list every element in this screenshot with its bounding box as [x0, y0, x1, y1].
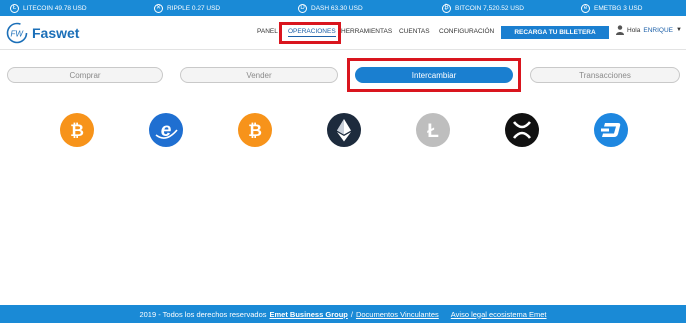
svg-text:₿: ₿: [248, 121, 262, 140]
footer-copyright: 2019 - Todos los derechos reservados: [139, 309, 267, 319]
user-name: ENRIQUE: [643, 26, 673, 34]
ticker-item-dash: D DASH 63.30 USD: [298, 0, 363, 16]
nav-panel[interactable]: PANEL: [257, 28, 278, 35]
nav-herramientas[interactable]: HERRAMIENTAS: [341, 28, 392, 35]
bitcoin-cash-icon[interactable]: ₿: [238, 113, 272, 147]
emet-icon[interactable]: e: [149, 113, 183, 147]
bitcoin-icon[interactable]: ₿: [60, 113, 94, 147]
footer-link-documents[interactable]: Documentos Vinculantes: [356, 310, 439, 319]
dash-icon: D: [298, 3, 307, 13]
ticker-item-ripple: ✕ RIPPLE 0.27 USD: [154, 0, 220, 16]
ticker-item-bitcoin: ₿ BITCOIN 7,520.52 USD: [442, 0, 524, 16]
tab-vender[interactable]: Vender: [180, 67, 338, 83]
ticker-label: EMETBG 3 USD: [594, 4, 643, 12]
brand-name: Faswet: [32, 25, 80, 41]
user-greeting: Hola: [627, 26, 641, 34]
top-header: FW Faswet PANEL OPERACIONES HERRAMIENTAS…: [0, 16, 686, 50]
nav-cuentas[interactable]: CUENTAS: [399, 28, 430, 35]
faswet-logo-icon: FW: [6, 22, 28, 44]
highlight-box-intercambiar: [347, 58, 521, 92]
svg-text:FW: FW: [11, 30, 25, 39]
user-icon: [616, 25, 624, 35]
svg-text:Ł: Ł: [427, 121, 439, 142]
chevron-down-icon: ▼: [676, 27, 682, 33]
page-footer: 2019 - Todos los derechos reservados Eme…: [0, 305, 686, 323]
footer-link-company[interactable]: Emet Business Group: [270, 310, 348, 319]
svg-text:₿: ₿: [70, 121, 84, 140]
emet-icon: e: [581, 3, 590, 13]
ticker-label: BITCOIN 7,520.52 USD: [455, 4, 524, 12]
litecoin-icon[interactable]: Ł: [416, 113, 450, 147]
brand-logo[interactable]: FW Faswet: [6, 22, 79, 44]
nav-configuracion[interactable]: CONFIGURACIÓN: [439, 28, 494, 35]
ticker-label: DASH 63.30 USD: [311, 4, 363, 12]
ticker-item-litecoin: Ł LITECOIN 49.78 USD: [10, 0, 87, 16]
ticker-label: RIPPLE 0.27 USD: [167, 4, 221, 12]
ticker-label: LITECOIN 49.78 USD: [23, 4, 87, 12]
footer-link-legal[interactable]: Aviso legal ecosistema Emet: [451, 310, 547, 319]
tab-comprar[interactable]: Comprar: [7, 67, 163, 83]
footer-separator: /: [350, 309, 353, 319]
tab-transacciones[interactable]: Transacciones: [530, 67, 680, 83]
user-menu[interactable]: Hola ENRIQUE ▼: [616, 25, 682, 35]
ethereum-icon[interactable]: [327, 113, 361, 147]
highlight-box-operaciones: [279, 22, 341, 44]
ticker-item-emet: e EMETBG 3 USD: [581, 0, 642, 16]
recharge-wallet-button[interactable]: RECARGA TU BILLETERA: [501, 26, 609, 39]
dash-icon[interactable]: [594, 113, 628, 147]
price-ticker: Ł LITECOIN 49.78 USD ✕ RIPPLE 0.27 USD D…: [0, 0, 686, 16]
bitcoin-icon: ₿: [442, 3, 451, 13]
ripple-icon: ✕: [154, 3, 163, 13]
litecoin-icon: Ł: [10, 3, 19, 13]
ripple-icon[interactable]: [505, 113, 539, 147]
